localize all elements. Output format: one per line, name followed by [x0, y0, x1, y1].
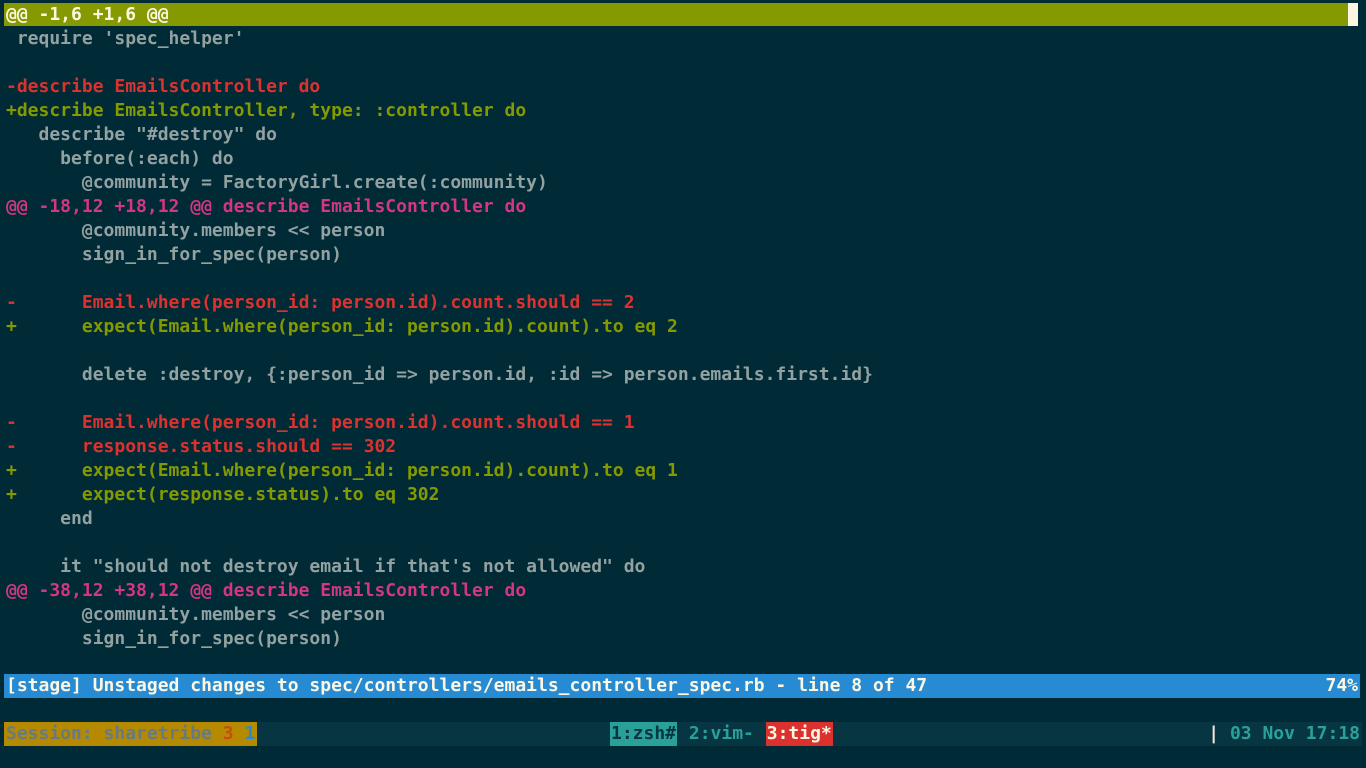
diff-line-hunk[interactable]: @@ -18,12 +18,12 @@ describe EmailsContr…: [0, 195, 1366, 219]
diff-line-context[interactable]: delete :destroy, {:person_id => person.i…: [0, 363, 1366, 387]
status-percent: 74%: [1325, 675, 1358, 696]
diff-line-hunk[interactable]: @@ -38,12 +38,12 @@ describe EmailsContr…: [0, 579, 1366, 603]
diff-line-add[interactable]: + expect(response.status).to eq 302: [0, 483, 1366, 507]
clock-separator: |: [1208, 723, 1220, 744]
diff-line-context[interactable]: [0, 267, 1366, 291]
diff-line-context[interactable]: [0, 531, 1366, 555]
diff-line-add[interactable]: + expect(Email.where(person_id: person.i…: [0, 459, 1366, 483]
tmux-window-vim[interactable]: 2:vim-: [688, 722, 755, 746]
diff-line-context[interactable]: [0, 387, 1366, 411]
diff-line-context[interactable]: require 'spec_helper': [0, 27, 1366, 51]
cursor: [1348, 3, 1358, 26]
diff-line-context[interactable]: @community = FactoryGirl.create(:communi…: [0, 171, 1366, 195]
status-text: [stage] Unstaged changes to spec/control…: [6, 675, 928, 696]
diff-line-context[interactable]: sign_in_for_spec(person): [0, 243, 1366, 267]
tmux-window-list: 1:zsh# 2:vim- 3:tig*: [610, 722, 833, 746]
hunk-header-top: @@ -1,6 +1,6 @@: [6, 4, 169, 25]
diff-line-del[interactable]: -describe EmailsController do: [0, 75, 1366, 99]
diff-line-context[interactable]: sign_in_for_spec(person): [0, 627, 1366, 651]
tmux-session: Session: sharetribe 3 1: [4, 722, 258, 746]
tmux-window-tig[interactable]: 3:tig*: [765, 722, 833, 746]
tmux-clock: | 03 Nov 17:18: [1208, 722, 1360, 746]
diff-line-context[interactable]: before(:each) do: [0, 147, 1366, 171]
session-number: 3: [222, 723, 234, 744]
diff-line-context[interactable]: @community.members << person: [0, 603, 1366, 627]
diff-line-context[interactable]: @community.members << person: [0, 219, 1366, 243]
diff-line-add[interactable]: + expect(Email.where(person_id: person.i…: [0, 315, 1366, 339]
tmux-window-zsh[interactable]: 1:zsh#: [610, 722, 678, 746]
tmux-status-bar: Session: sharetribe 3 1 1:zsh# 2:vim- 3:…: [4, 722, 1362, 746]
session-label: Session: sharetribe: [6, 723, 212, 744]
diff-line-add[interactable]: +describe EmailsController, type: :contr…: [0, 99, 1366, 123]
session-pane-number: 1: [244, 723, 256, 744]
diff-line-context[interactable]: describe "#destroy" do: [0, 123, 1366, 147]
diff-line-context[interactable]: [0, 339, 1366, 363]
diff-line-context[interactable]: [0, 51, 1366, 75]
diff-line-del[interactable]: - response.status.should == 302: [0, 435, 1366, 459]
diff-line-context[interactable]: it "should not destroy email if that's n…: [0, 555, 1366, 579]
diff-line-del[interactable]: - Email.where(person_id: person.id).coun…: [0, 411, 1366, 435]
hunk-header-highlight[interactable]: [4, 3, 1348, 26]
tig-status-bar: [stage] Unstaged changes to spec/control…: [4, 674, 1360, 698]
clock-text: 03 Nov 17:18: [1229, 723, 1360, 744]
diff-line-context[interactable]: end: [0, 507, 1366, 531]
diff-line-del[interactable]: - Email.where(person_id: person.id).coun…: [0, 291, 1366, 315]
